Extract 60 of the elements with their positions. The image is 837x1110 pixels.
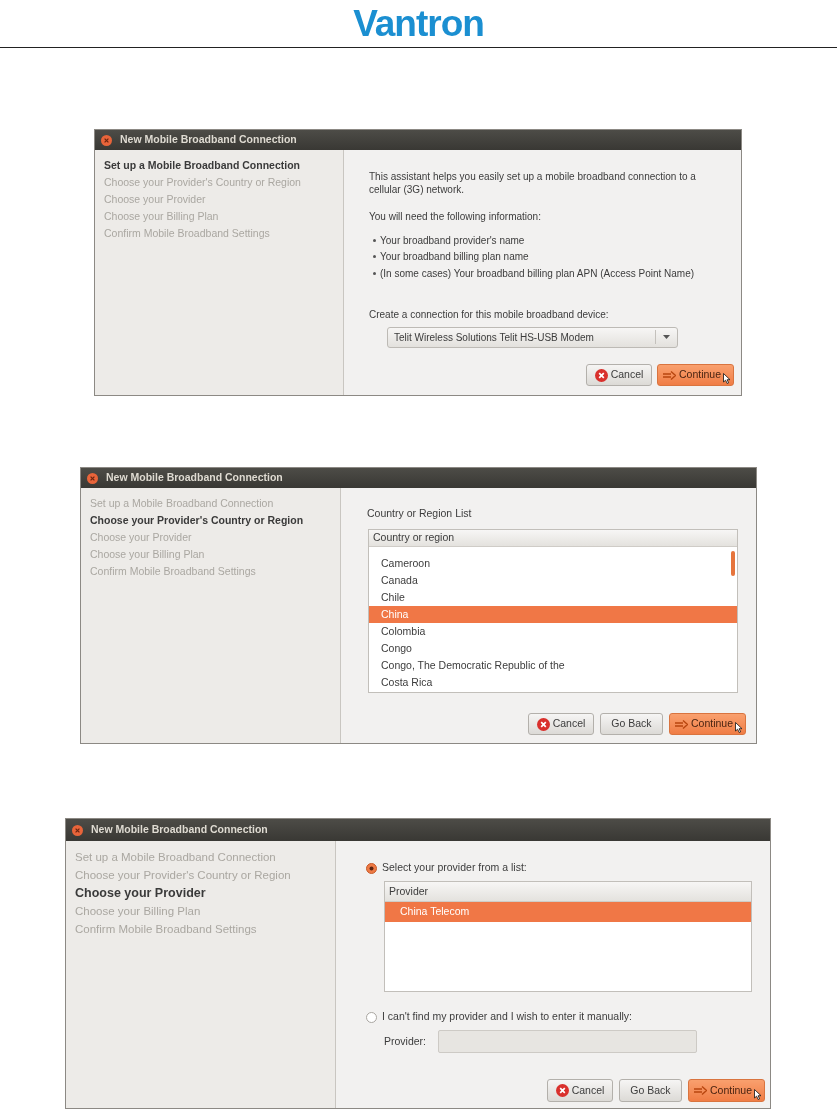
requirement-text: Your broadband billing plan name — [380, 250, 529, 265]
close-circle-icon — [536, 717, 550, 731]
cancel-button[interactable]: Cancel — [585, 364, 652, 386]
continue-button[interactable]: Continue — [687, 1079, 765, 1102]
device-label: Create a connection for this mobile broadband device: — [369, 307, 610, 321]
step-item: Choose your Provider — [90, 530, 193, 545]
cancel-button[interactable]: Cancel — [527, 713, 594, 735]
step-item: Choose your Provider — [75, 885, 207, 902]
step-item: Choose your Billing Plan — [90, 547, 206, 562]
intro-text: This assistant helps you easily set up a mobile broadband connection to a cellular (3G) network. — [369, 170, 697, 196]
step-item: Choose your Provider's Country or Region — [75, 868, 292, 883]
list-label: Country or Region List — [367, 507, 473, 520]
requirement-text: (In some cases) Your broadband billing plan APN (Access Point Name) — [380, 266, 695, 281]
option-label: I can't find my provider and I wish to enter it manually: — [382, 1009, 633, 1025]
step-item: Choose your Provider's Country or Region — [104, 175, 302, 190]
step-item: Confirm Mobile Broadband Settings — [90, 564, 257, 579]
brand-logo: Vantron — [353, 5, 484, 42]
window-title: New Mobile Broadband Connection — [120, 132, 297, 148]
step-item: Choose your Provider — [104, 192, 207, 207]
radio-button[interactable] — [366, 862, 377, 874]
step-item: Choose your Billing Plan — [104, 209, 220, 224]
step-item: Set up a Mobile Broadband Connection — [104, 158, 301, 173]
step-item: Choose your Provider's Country or Region — [90, 513, 305, 528]
bullet-icon — [373, 271, 376, 275]
dropdown-value: Telit Wireless Solutions Telit HS-USB Modem — [393, 330, 595, 345]
arrow-right-icon — [662, 370, 676, 380]
bullet-icon — [373, 255, 376, 259]
go-back-button[interactable]: Go Back — [618, 1079, 682, 1102]
step-item: Set up a Mobile Broadband Connection — [90, 496, 275, 511]
close-icon[interactable] — [87, 472, 98, 484]
close-icon[interactable] — [72, 824, 83, 836]
cancel-button[interactable]: Cancel — [546, 1079, 613, 1102]
close-circle-icon — [594, 368, 608, 382]
continue-button[interactable]: Continue — [668, 713, 746, 735]
close-icon[interactable] — [101, 134, 112, 146]
bullet-icon — [373, 238, 376, 242]
requirements-heading: You will need the following information: — [369, 210, 542, 223]
mouse-pointer-icon — [754, 1089, 762, 1100]
step-item: Choose your Billing Plan — [75, 904, 202, 919]
radio-button[interactable] — [366, 1011, 377, 1023]
window-title: New Mobile Broadband Connection — [91, 822, 268, 838]
option-label: Select your provider from a list: — [382, 860, 527, 876]
window-title: New Mobile Broadband Connection — [106, 470, 283, 486]
arrow-right-icon — [674, 719, 688, 729]
continue-button[interactable]: Continue — [656, 364, 734, 386]
step-item: Confirm Mobile Broadband Settings — [104, 226, 271, 241]
field-label: Provider: — [384, 1033, 426, 1049]
mouse-pointer-icon — [723, 373, 731, 384]
go-back-button[interactable]: Go Back — [599, 713, 663, 735]
mouse-pointer-icon — [735, 722, 743, 733]
column-header[interactable]: Provider — [385, 882, 751, 902]
caret-icon — [663, 335, 670, 339]
step-item: Set up a Mobile Broadband Connection — [75, 850, 277, 865]
close-circle-icon — [555, 1084, 569, 1097]
arrow-right-icon — [693, 1086, 707, 1095]
scrollbar-thumb[interactable] — [731, 551, 735, 576]
requirement-text: Your broadband provider's name — [380, 233, 525, 248]
column-header[interactable]: Country or region — [369, 530, 737, 547]
step-item: Confirm Mobile Broadband Settings — [75, 922, 258, 937]
device-dropdown[interactable]: Telit Wireless Solutions Telit HS-USB Modem — [387, 326, 678, 348]
